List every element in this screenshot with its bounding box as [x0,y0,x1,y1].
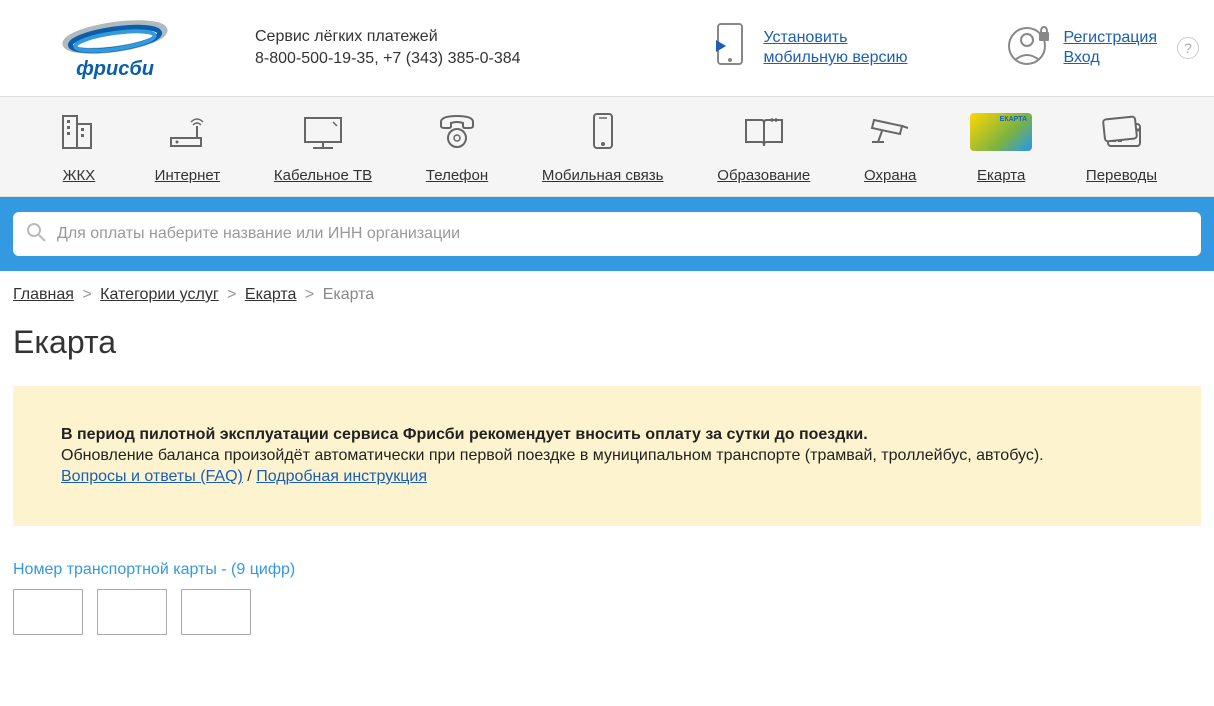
ekarta-icon: ЕКАРТА [970,112,1032,152]
mobile-version-block: Установить мобильную версию [712,22,907,75]
phone-icon [712,22,748,75]
nav-label: Образование [717,167,810,184]
user-lock-icon [1007,24,1051,73]
breadcrumb-home[interactable]: Главная [13,286,74,303]
notice-bold: В период пилотной эксплуатации сервиса Ф… [61,426,1153,444]
nav-item-cable-tv[interactable]: Кабельное ТВ [274,112,372,184]
search-bar [0,197,1214,271]
nav-item-zhkh[interactable]: ЖКХ [57,112,101,184]
notice-sep: / [243,468,256,485]
phone: 8-800-500-19-35, +7 (343) 385-0-384 [255,50,521,68]
nav-label: ЖКХ [63,167,96,184]
page-title: Екарта [13,324,1201,361]
nav-item-security[interactable]: Охрана [864,112,916,184]
nav-item-phone[interactable]: Телефон [426,112,488,184]
breadcrumb-categories[interactable]: Категории услуг [100,286,219,303]
instruction-link[interactable]: Подробная инструкция [256,468,427,485]
search-input[interactable] [57,225,1189,243]
nav-item-education[interactable]: Образование [717,112,810,184]
auth-links: Регистрация Вход [1063,29,1157,67]
router-icon [165,112,209,152]
logo-text: фрисби [76,58,154,81]
notice-text: Обновление баланса произойдёт автоматиче… [61,447,1153,465]
card-inputs [13,589,1201,635]
landline-icon [435,112,479,152]
notice-box: В период пилотной эксплуатации сервиса Ф… [13,386,1201,526]
breadcrumb: Главная > Категории услуг > Екарта > Ека… [13,286,1201,304]
logo-swoosh-icon [60,15,170,60]
search-box [13,212,1201,256]
install-link-1[interactable]: Установить [763,29,907,47]
breadcrumb-current: Екарта [323,286,375,303]
nav-item-mobile[interactable]: Мобильная связь [542,112,664,184]
breadcrumb-sep: > [227,286,236,303]
auth-block: Регистрация Вход ? [1007,24,1199,73]
register-link[interactable]: Регистрация [1063,29,1157,47]
card-input-3[interactable] [181,589,251,635]
breadcrumb-ekarta[interactable]: Екарта [245,286,297,303]
mobile-links: Установить мобильную версию [763,29,907,67]
nav-item-ekarta[interactable]: ЕКАРТА Екарта [970,112,1032,184]
nav-label: Кабельное ТВ [274,167,372,184]
card-number-label: Номер транспортной карты - (9 цифр) [13,561,1201,579]
nav-label: Интернет [155,167,220,184]
mobile-phone-icon [588,112,618,152]
tv-icon [299,112,347,152]
building-icon [57,112,101,152]
install-link-2[interactable]: мобильную версию [763,49,907,67]
nav-label: Переводы [1086,167,1157,184]
nav-label: Мобильная связь [542,167,664,184]
nav-item-internet[interactable]: Интернет [155,112,220,184]
tagline: Сервис лёгких платежей [255,28,521,46]
nav-bar: ЖКХ Интернет Кабельное ТВ Телефон Мобиль… [0,96,1214,197]
search-icon [25,221,47,248]
card-input-2[interactable] [97,589,167,635]
header: фрисби Сервис лёгких платежей 8-800-500-… [0,0,1214,96]
help-icon[interactable]: ? [1177,37,1199,59]
nav-item-transfers[interactable]: Переводы [1086,112,1157,184]
nav-label: Телефон [426,167,488,184]
nav-label: Охрана [864,167,916,184]
content: Главная > Категории услуг > Екарта > Ека… [0,271,1214,650]
login-link[interactable]: Вход [1063,49,1157,67]
header-info: Сервис лёгких платежей 8-800-500-19-35, … [255,28,521,68]
nav-label: Екарта [977,167,1025,184]
notice-links: Вопросы и ответы (FAQ) / Подробная инстр… [61,468,1153,486]
breadcrumb-sep: > [305,286,314,303]
breadcrumb-sep: > [82,286,91,303]
cards-icon [1098,112,1146,152]
cctv-icon [868,112,912,152]
faq-link[interactable]: Вопросы и ответы (FAQ) [61,468,243,485]
logo[interactable]: фрисби [15,15,215,81]
book-icon [742,112,786,152]
card-input-1[interactable] [13,589,83,635]
